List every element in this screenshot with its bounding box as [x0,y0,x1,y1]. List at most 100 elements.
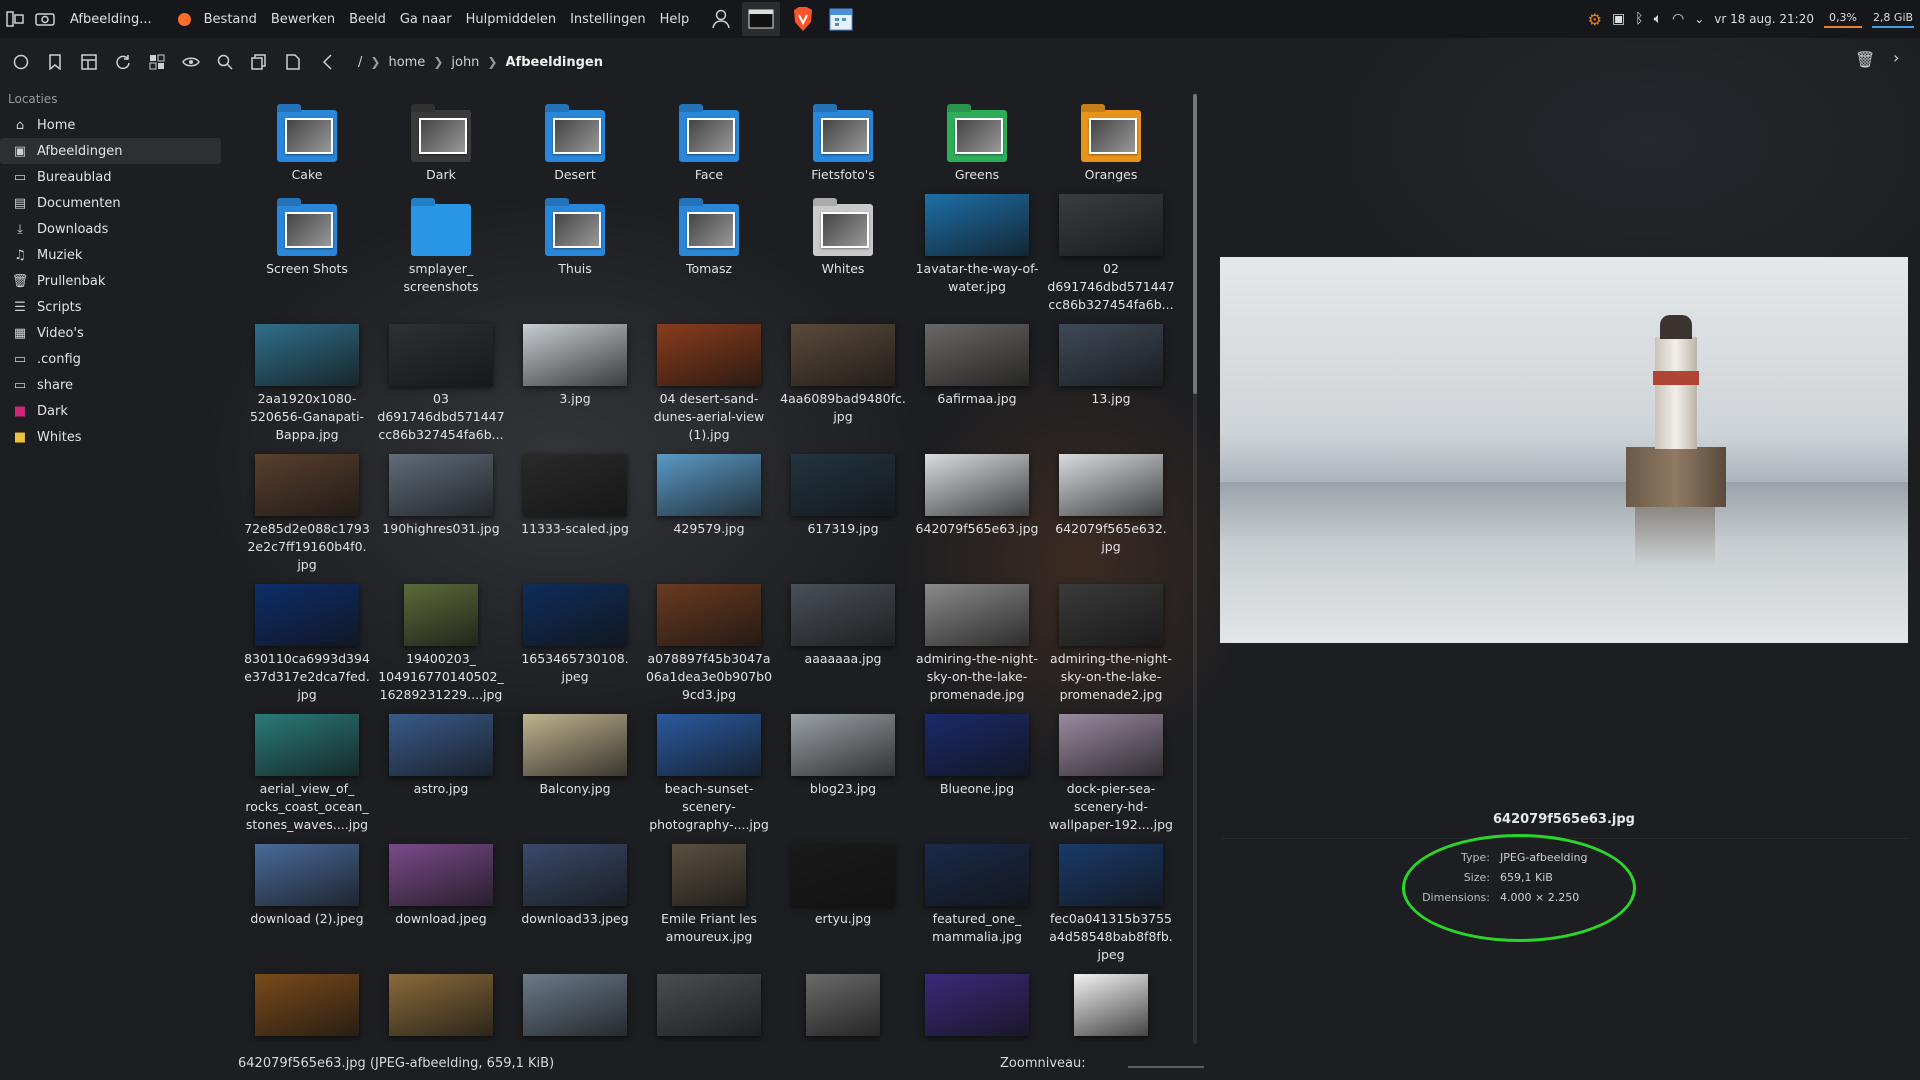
sidebar-item-config[interactable]: ▭ .config [0,346,232,372]
scrollbar[interactable] [1193,94,1197,1044]
clipboard-icon[interactable]: ▣ [1612,11,1625,27]
sidebar-item-bureaublad[interactable]: ▭ Bureaublad [0,164,232,190]
chevron-right-icon[interactable]: › [1893,48,1899,67]
file-item[interactable]: 03 d691746dbd571447 cc86b327454fa6b... [374,320,508,446]
folder-item[interactable]: Tomasz [642,190,776,316]
folder-item[interactable]: Thuis [508,190,642,316]
file-item[interactable] [1044,970,1176,1042]
file-item[interactable]: 1653465730108. jpeg [508,580,642,706]
file-item[interactable]: 02 d691746dbd571447 cc86b327454fa6b... [1044,190,1176,316]
file-item[interactable]: 19400203_ 104916770140502_ 16289231229..… [374,580,508,706]
file-item[interactable] [374,970,508,1042]
folder-item[interactable]: Fietsfoto's [776,96,910,186]
menu-bewerken[interactable]: Bewerken [264,12,342,27]
folder-item[interactable]: Cake [240,96,374,186]
file-item[interactable]: a078897f45b3047a 06a1dea3e0b907b0 9cd3.j… [642,580,776,706]
breadcrumb-current[interactable]: Afbeeldingen [505,55,603,70]
memory-monitor[interactable]: 2,8 GiB [1872,11,1914,28]
breadcrumb-home[interactable]: home [388,55,425,70]
preview-eye-icon[interactable] [174,45,208,79]
bluetooth-icon[interactable]: ᛒ [1635,11,1643,27]
trash-icon[interactable]: 🗑︎ [1855,50,1875,69]
sidebar-item-video-s[interactable]: ▦ Video's [0,320,232,346]
network-icon[interactable]: ◠ [1672,11,1684,27]
sidebar-item-downloads[interactable]: ⤓ Downloads [0,216,232,242]
file-item[interactable]: 13.jpg [1044,320,1176,446]
sidebar-item-home[interactable]: ⌂ Home [0,112,232,138]
folder-item[interactable]: Screen Shots [240,190,374,316]
file-item[interactable]: 1avatar-the-way-of- water.jpg [910,190,1044,316]
file-item[interactable]: Balcony.jpg [508,710,642,836]
sidebar-item-share[interactable]: ▭ share [0,372,232,398]
sidebar-item-whites[interactable]: ■ Whites [0,424,232,450]
sidebar-item-scripts[interactable]: ☰ Scripts [0,294,232,320]
file-item[interactable]: fec0a041315b3755 a4d58548bab8f8fb. jpeg [1044,840,1176,966]
breadcrumb-root[interactable]: / [358,55,362,70]
file-item[interactable]: 4aa6089bad9480fc. jpg [776,320,910,446]
zoom-slider[interactable] [1128,1066,1204,1068]
file-item[interactable]: aaaaaaa.jpg [776,580,910,706]
tray-expand-icon[interactable]: ⌄ [1694,12,1704,26]
file-item[interactable]: 429579.jpg [642,450,776,576]
sidebar-item-documenten[interactable]: ▤ Documenten [0,190,232,216]
menu-beeld[interactable]: Beeld [342,12,393,27]
file-item[interactable]: 2aa1920x1080- 520656-Ganapati- Bappa.jpg [240,320,374,446]
file-item[interactable]: 72e85d2e088c1793 2e2c7ff19160b4f0. jpg [240,450,374,576]
sidebar-item-prullenbak[interactable]: 🗑︎ Prullenbak [0,268,232,294]
sidebar-item-muziek[interactable]: ♫ Muziek [0,242,232,268]
file-item[interactable]: 617319.jpg [776,450,910,576]
grid-view-icon[interactable] [140,45,174,79]
clock[interactable]: vr 18 aug. 21:20 [1714,12,1814,26]
menu-instellingen[interactable]: Instellingen [563,12,653,27]
folder-item[interactable]: Desert [508,96,642,186]
file-item[interactable] [776,970,910,1042]
folder-item[interactable]: Oranges [1044,96,1176,186]
file-item[interactable]: 04 desert-sand- dunes-aerial-view (1).jp… [642,320,776,446]
folder-item[interactable]: smplayer_ screenshots [374,190,508,316]
file-item[interactable]: admiring-the-night- sky-on-the-lake- pro… [1044,580,1176,706]
breadcrumb-john[interactable]: john [451,55,479,70]
copy-icon[interactable] [242,45,276,79]
screenshot-icon[interactable] [30,4,60,34]
sidebar-item-dark[interactable]: ■ Dark [0,398,232,424]
user-icon[interactable] [706,4,736,34]
file-item[interactable]: download33.jpeg [508,840,642,966]
file-item[interactable]: download (2).jpeg [240,840,374,966]
file-item[interactable]: Emile Friant les amoureux.jpg [642,840,776,966]
file-item[interactable]: 6afirmaa.jpg [910,320,1044,446]
menu-help[interactable]: Help [653,12,697,27]
file-item[interactable]: 190highres031.jpg [374,450,508,576]
file-item[interactable]: beach-sunset- scenery- photography-....j… [642,710,776,836]
folder-item[interactable]: Face [642,96,776,186]
sidebar-item-afbeeldingen[interactable]: ▣ Afbeeldingen [0,138,221,164]
terminal-app-icon[interactable] [742,2,781,36]
folder-item[interactable]: Dark [374,96,508,186]
menu-bestand[interactable]: Bestand [197,12,264,27]
file-item[interactable]: admiring-the-night- sky-on-the-lake- pro… [910,580,1044,706]
circle-icon[interactable] [4,45,38,79]
refresh-icon[interactable] [106,45,140,79]
calendar-app-icon[interactable] [826,4,856,34]
file-item[interactable]: aerial_view_of_ rocks_coast_ocean_ stone… [240,710,374,836]
back-icon[interactable] [310,45,344,79]
file-item[interactable]: blog23.jpg [776,710,910,836]
menu-hulpmiddelen[interactable]: Hulpmiddelen [459,12,564,27]
file-item[interactable]: 3.jpg [508,320,642,446]
menu-ga-naar[interactable]: Ga naar [393,12,459,27]
file-item[interactable]: 830110ca6993d394 e37d317e2dca7fed. jpg [240,580,374,706]
brave-browser-icon[interactable] [788,4,818,34]
file-item[interactable]: ertyu.jpg [776,840,910,966]
window-title[interactable]: Afbeelding... [70,12,152,27]
file-item[interactable]: 11333-scaled.jpg [508,450,642,576]
app-launcher-icon[interactable] [0,4,30,34]
scrollbar-thumb[interactable] [1193,94,1197,394]
folder-item[interactable]: Whites [776,190,910,316]
folder-item[interactable]: Greens [910,96,1044,186]
updates-icon[interactable]: ⚙ [1588,10,1602,29]
bookmark-icon[interactable] [38,45,72,79]
file-item[interactable] [508,970,642,1042]
file-item[interactable]: 642079f565e63.jpg [910,450,1044,576]
file-item[interactable]: Blueone.jpg [910,710,1044,836]
file-item[interactable] [910,970,1044,1042]
new-file-icon[interactable] [276,45,310,79]
